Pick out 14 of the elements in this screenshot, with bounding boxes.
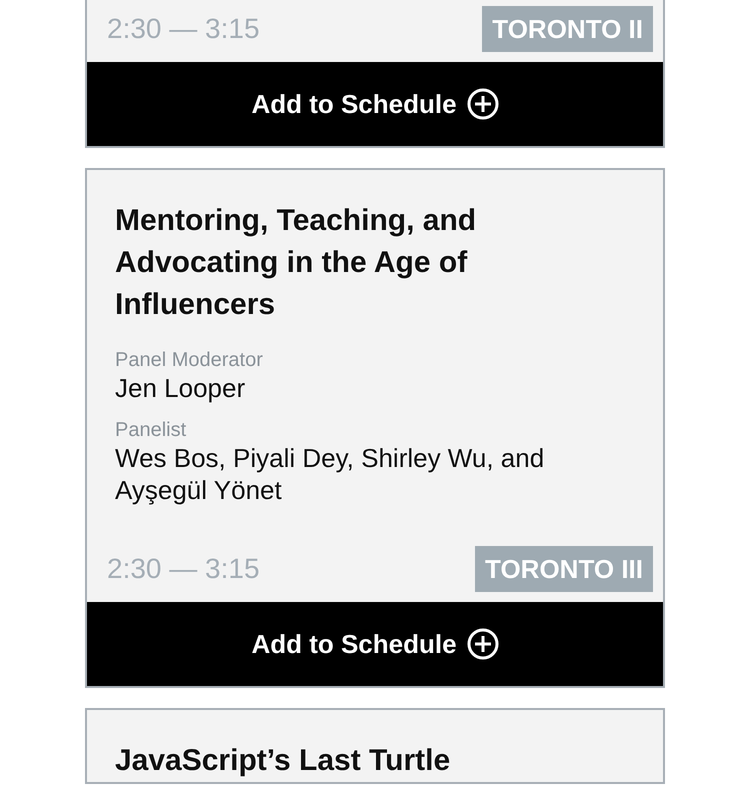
session-title: Mentoring, Teaching, and Advocating in the Age of Influencers [114,203,478,323]
speaker-names: Wes Bos, Piyali Dey, Shirley Wu, and Ayşegül Yönet [115,442,546,506]
speaker-names: Jen Looper [115,372,246,404]
room-badge: TORONTO II [482,6,653,52]
add-to-schedule-button[interactable]: Add to Schedule [87,62,663,146]
session-title: JavaScript’s Last Turtle [114,743,452,779]
session-time: 2:30 — 3:15 [107,553,260,585]
plus-circle-icon [466,88,499,120]
role-label: Panel Moderator [115,348,264,372]
session-time: 2:30 — 3:15 [107,13,260,45]
plus-circle-icon [466,628,499,660]
add-to-schedule-button[interactable]: Add to Schedule [87,602,663,686]
role-label: Panelist [115,418,188,442]
room-badge: TORONTO III [475,546,653,592]
